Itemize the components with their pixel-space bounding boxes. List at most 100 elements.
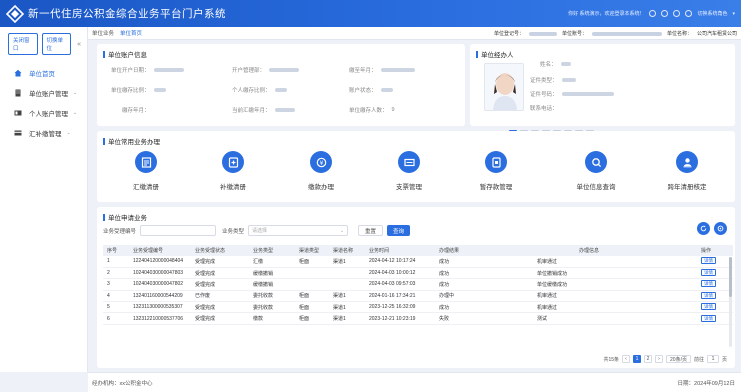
table-row: 2 102404030000047803 受理完成 缓缴撤销 2024-04-03 10…	[103, 267, 733, 280]
settings-button[interactable]	[714, 222, 727, 235]
redacted-value	[380, 88, 393, 92]
field-label: 证件号码：	[530, 92, 558, 98]
sidebar-item-home[interactable]: 单位首页	[0, 63, 87, 83]
field-open-date: 单位开户日期：	[111, 66, 184, 74]
page-button[interactable]: 1	[633, 355, 642, 363]
search-icon[interactable]	[649, 10, 657, 17]
filter-bar: 业务受理编号 业务类型 请选择 ⌄ 重置 查询	[103, 225, 411, 236]
role-switch-link[interactable]: 切换系统角色	[697, 10, 727, 17]
list-icon	[135, 151, 157, 173]
message-icon[interactable]	[661, 10, 669, 17]
switch-unit-button[interactable]: 切换单位	[41, 33, 72, 55]
type-select[interactable]: 请选择 ⌄	[248, 225, 349, 236]
redacted-value	[380, 68, 415, 72]
logout-icon[interactable]	[685, 10, 693, 17]
cell-result: 成功	[435, 301, 477, 314]
cell-op: 详情	[697, 278, 733, 291]
field-account-status: 账户状态：	[349, 86, 393, 94]
biz-deposit[interactable]: 暂存款管理	[466, 151, 526, 191]
cell-status: 受理完成	[191, 301, 249, 314]
cell-info: 测试	[477, 312, 697, 325]
cell-code: 132311300000535307	[129, 301, 191, 314]
biz-unit-query[interactable]: 单位信息查询	[566, 151, 626, 191]
detail-button[interactable]: 详情	[701, 280, 716, 288]
cell-result: 成功	[435, 267, 477, 280]
cell-channel-type: 柜面	[295, 312, 329, 325]
prev-page-button[interactable]: ‹	[622, 355, 631, 363]
page-size-select[interactable]: 20条/页	[666, 355, 691, 363]
cell-code: 132401160000544209	[129, 290, 191, 303]
account-info-title: 单位账户信息	[97, 44, 465, 59]
cell-code: 132312210000537706	[129, 312, 191, 325]
detail-button[interactable]: 详情	[701, 291, 716, 299]
cell-result: 成功	[435, 256, 477, 268]
sidebar-item-label: 汇补缴管理	[29, 131, 62, 138]
table-scrollbar[interactable]	[729, 257, 732, 347]
unit-name-value: 公司汽车租赁公司	[696, 31, 737, 37]
unit-name-label: 单位名称：	[666, 31, 692, 37]
table-row: 6 132312210000537706 受理完成 缴款 柜面 渠道1 2023-12-21…	[103, 312, 733, 325]
code-label: 业务受理编号	[103, 228, 137, 235]
query-button[interactable]: 查询	[387, 225, 411, 236]
biz-label: 补缴清册	[220, 184, 246, 191]
deposit-icon	[485, 151, 507, 173]
pagination: 共15条 ‹ 1 2 › 20条/页 前往 1 页	[603, 355, 727, 363]
sidebar-item-personal-account[interactable]: 个人账户管理 ⌄	[0, 103, 87, 123]
chevron-down-icon: ⌄	[73, 90, 78, 96]
redacted-value	[274, 88, 287, 92]
sidebar-item-payment[interactable]: 汇补缴管理 ⌄	[0, 123, 87, 143]
reset-button[interactable]: 重置	[358, 225, 384, 236]
collapse-sidebar-icon[interactable]: «	[77, 41, 81, 48]
business-title: 单位常用业务办理	[97, 131, 735, 146]
refresh-icon	[700, 225, 707, 232]
applications-table: 序号 业务受理编号 业务受理状态 业务类型 渠道类型 渠道名称 业务时间 办理结…	[103, 245, 733, 325]
cell-channel-type: 柜面	[295, 256, 329, 268]
table-row: 5 132311300000535307 受理完成 委托收款 柜面 渠道1 2023-12-…	[103, 301, 733, 314]
chevron-down-icon[interactable]: ▾	[732, 11, 735, 17]
field-label: 账户状态：	[349, 88, 377, 94]
cell-no: 6	[103, 312, 129, 325]
biz-cross-year[interactable]: 跨年清册核定	[657, 151, 717, 191]
top-right-tools: 你好 系统演示，欢迎登录本系统！ 切换系统角色 ▾	[568, 0, 735, 27]
chevron-down-icon: ⌄	[66, 130, 71, 136]
detail-button[interactable]: 详情	[701, 257, 716, 265]
footer-date: 日期：2024年09月12日	[677, 380, 735, 387]
operator-name: 姓名：	[540, 60, 571, 68]
column-header: 渠道名称	[329, 245, 365, 256]
detail-button[interactable]: 详情	[701, 303, 716, 311]
refresh-button[interactable]	[697, 222, 710, 235]
biz-supplement-list[interactable]: 补缴清册	[203, 151, 263, 191]
field-open-dept: 开户管理部：	[232, 66, 300, 74]
operator-card: 单位经办人 姓名： 证件类型： 证件号码： 联系电话：	[470, 44, 735, 133]
cell-type: 缴款	[249, 312, 295, 325]
home-icon	[14, 69, 22, 77]
cell-type: 委托收款	[249, 301, 295, 314]
column-header: 业务类型	[249, 245, 295, 256]
biz-payment[interactable]: ¥ 缴款办理	[291, 151, 351, 191]
code-input[interactable]	[140, 225, 217, 236]
goto-input[interactable]: 1	[706, 355, 719, 363]
biz-label: 暂存款管理	[479, 184, 513, 191]
settings-icon[interactable]	[673, 10, 681, 17]
sidebar-item-unit-account[interactable]: 单位账户管理 ⌄	[0, 83, 87, 103]
column-header: 渠道类型	[295, 245, 329, 256]
biz-cheque[interactable]: 支票管理	[379, 151, 439, 191]
scroll-thumb[interactable]	[729, 257, 732, 297]
detail-button[interactable]: 详情	[701, 314, 716, 322]
tab-unit-home[interactable]: 单位首页	[120, 29, 142, 37]
detail-button[interactable]: 详情	[701, 269, 716, 277]
next-page-button[interactable]: ›	[655, 355, 664, 363]
cell-channel	[329, 278, 365, 291]
close-window-button[interactable]: 关闭窗口	[8, 33, 38, 55]
cell-channel: 渠道1	[329, 312, 365, 325]
greeting-text: 你好 系统演示，欢迎登录本系统！	[568, 11, 645, 17]
gear-icon	[717, 225, 724, 232]
field-label: 个人缴存比例：	[232, 88, 271, 94]
cell-no: 1	[103, 256, 129, 268]
cell-info: 机审通过	[477, 256, 697, 268]
cell-no: 4	[103, 290, 129, 303]
redacted-value	[528, 31, 557, 36]
tab-unit-business[interactable]: 单位业务	[92, 29, 114, 37]
biz-remit-list[interactable]: 汇缴清册	[116, 151, 176, 191]
page-button[interactable]: 2	[644, 355, 653, 363]
